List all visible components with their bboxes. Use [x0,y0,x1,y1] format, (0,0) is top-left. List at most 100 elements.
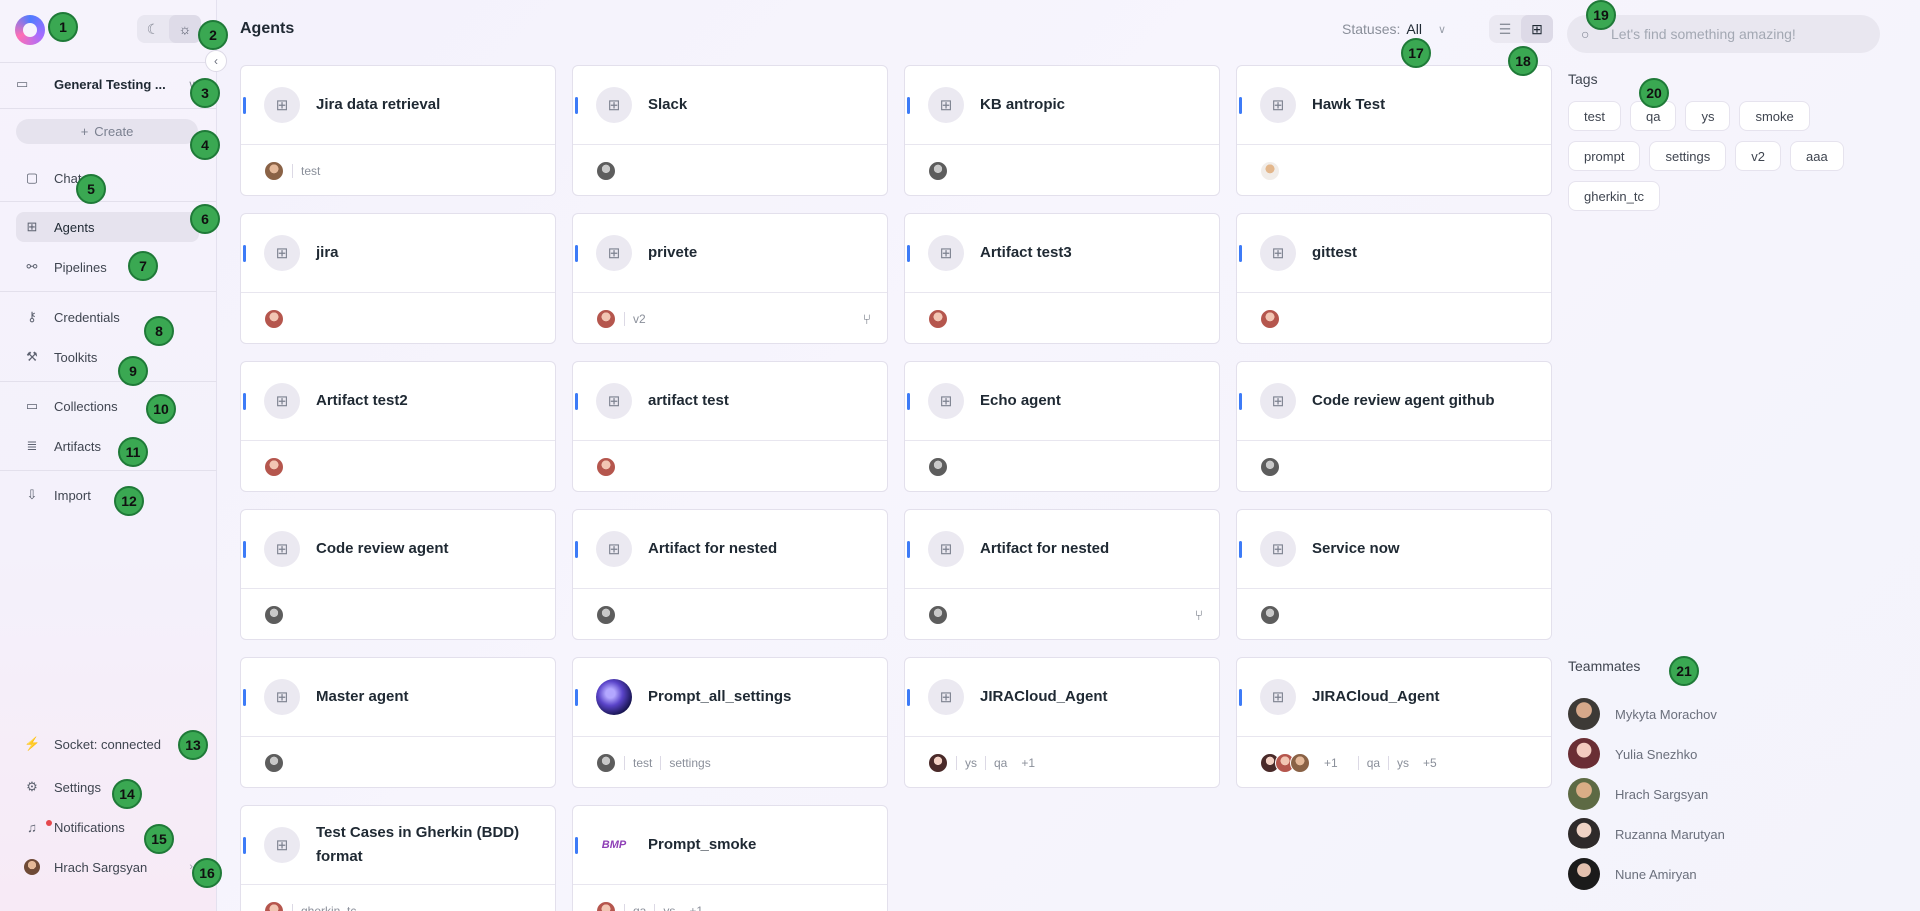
sidebar-item-settings[interactable]: ⚙ Settings [16,772,199,802]
annotation-marker: 11 [118,437,148,467]
annotation-marker: 16 [192,858,222,888]
agent-card[interactable]: ⊞ Artifact for nested [572,509,888,640]
statuses-filter[interactable]: Statuses: All ∨ [1342,21,1446,37]
agent-card[interactable]: ⊞ Hawk Test [1236,65,1552,196]
annotation-marker: 8 [144,316,174,346]
grid-icon: ⊞ [596,531,632,567]
tag-filter[interactable]: prompt [1568,141,1641,171]
agent-card[interactable]: ⊞ Test Cases in Gherkin (BDD) format gherk… [240,805,556,911]
tag-label: ys [956,755,985,770]
agent-card[interactable]: ⊞ gittest [1236,213,1552,344]
agent-tags: qa ys +1 [624,903,711,911]
agent-name: Test Cases in Gherkin (BDD) format [316,824,520,865]
avatar [264,456,284,477]
teammate-item[interactable]: Nune Amiryan [1568,854,1725,894]
agent-name: Prompt_all_settings [648,688,792,705]
agent-name: Code review agent [316,540,449,557]
teammate-item[interactable]: Yulia Snezhko [1568,734,1725,774]
agent-card[interactable]: BMP Prompt_smoke qa ys +1 [572,805,888,911]
agent-card[interactable]: ⊞ Artifact test2 [240,361,556,492]
agent-card-header: ⊞ Jira data retrieval [241,66,555,145]
moon-icon[interactable]: ☾ [137,15,169,43]
list-view-icon[interactable]: ☰ [1489,15,1521,43]
tag-filter[interactable]: aaa [1790,141,1844,171]
tag-filter[interactable]: gherkin_tc [1568,181,1660,211]
agent-card[interactable]: ⊞ Code review agent [240,509,556,640]
agent-card-footer: gherkin_tc [241,885,555,911]
agent-card[interactable]: ⊞ Echo agent [904,361,1220,492]
agent-card[interactable]: ⊞ Jira data retrieval test [240,65,556,196]
agent-name: Artifact test2 [316,392,408,409]
status-indicator [1239,97,1242,114]
agent-card[interactable]: ⊞ JIRACloud_Agent +1 qa ys +5 [1236,657,1552,788]
sidebar-item-import[interactable]: ⇩ Import [16,480,199,510]
grid-icon: ⊞ [1260,87,1296,123]
tags-list: test qa ys smoke prompt settings v2 aaa gherkin_… [1568,101,1880,211]
sidebar-item-toolkits[interactable]: ⚒ Toolkits [16,342,199,372]
create-button[interactable]: + Create [16,119,198,144]
agent-card-footer [905,441,1219,492]
teammate-name: Ruzanna Marutyan [1615,826,1725,842]
avatar [1568,738,1600,770]
agent-name: Echo agent [980,392,1061,409]
grid-view-icon[interactable]: ⊞ [1521,15,1553,43]
sidebar-item-chat[interactable]: ▢ Chat [16,163,199,193]
tag-label: ys [1388,755,1417,770]
teammate-item[interactable]: Ruzanna Marutyan [1568,814,1725,854]
agent-card-header: BMP Prompt_smoke [573,806,887,885]
status-indicator [243,541,246,558]
agent-card[interactable]: ⊞ Master agent [240,657,556,788]
grid-icon: ⊞ [596,87,632,123]
agent-card[interactable]: ⊞ Artifact test3 [904,213,1220,344]
agent-card[interactable]: ⊞ artifact test [572,361,888,492]
tag-count: +5 [1423,755,1437,770]
sidebar-item-artifacts[interactable]: ≣ Artifacts [16,431,199,461]
grid-icon: ⊞ [264,679,300,715]
annotation-marker: 18 [1508,46,1538,76]
sun-icon[interactable]: ☼ [169,15,201,43]
sidebar-item-agents[interactable]: ⊞ Agents [16,212,199,242]
agent-card[interactable]: ⊞ Slack [572,65,888,196]
status-indicator [243,393,246,410]
sidebar-item-pipelines[interactable]: ⚯ Pipelines [16,252,199,282]
agent-name: gittest [1312,244,1357,261]
agent-card[interactable]: ⊞ KB antropic [904,65,1220,196]
teammate-name: Nune Amiryan [1615,866,1697,882]
tag-label: v2 [624,311,654,326]
sidebar: ☾ ☼ ▭ General Testing ... ∨ + Create ▢ C… [0,0,217,911]
agent-card-footer: test [241,145,555,196]
tag-filter[interactable]: v2 [1735,141,1782,171]
app-logo[interactable] [15,15,45,45]
grid-icon: ⊞ [928,87,964,123]
teammate-item[interactable]: Mykyta Morachov [1568,694,1725,734]
user-menu[interactable]: Hrach Sargsyan › [16,852,199,882]
agent-name: privete [648,244,698,261]
agent-card[interactable]: ⊞ JIRACloud_Agent ys qa +1 [904,657,1220,788]
avatar [596,456,616,477]
tag-filter[interactable]: smoke [1739,101,1810,131]
search-input[interactable] [1611,26,1880,42]
agent-card[interactable]: Prompt_all_settings test settings [572,657,888,788]
agent-card[interactable]: ⊞ privete v2 ⑂ [572,213,888,344]
status-indicator [575,837,578,854]
agent-card[interactable]: ⊞ Service now [1236,509,1552,640]
tag-filter[interactable]: settings [1649,141,1727,171]
teammate-item[interactable]: Hrach Sargsyan [1568,774,1725,814]
tag-filter[interactable]: ys [1685,101,1731,131]
tag-label: test [624,755,660,770]
project-selector[interactable]: ▭ General Testing ... ∨ [16,70,196,98]
grid-icon: ⊞ [1260,679,1296,715]
agent-logo: BMP [601,839,627,851]
tag-filter[interactable]: test [1568,101,1621,131]
agent-card[interactable]: ⊞ jira [240,213,556,344]
agent-name: Master agent [316,688,409,705]
annotation-marker: 20 [1639,78,1669,108]
agent-name: jira [316,244,339,261]
sidebar-item-label: Toolkits [54,349,98,365]
collapse-sidebar-button[interactable]: ‹ [205,50,227,72]
agent-card-footer: v2 ⑂ [573,293,887,344]
agent-card-header: ⊞ Code review agent github [1237,362,1551,441]
agent-card[interactable]: ⊞ Artifact for nested ⑂ [904,509,1220,640]
agent-card[interactable]: ⊞ Code review agent github [1236,361,1552,492]
sidebar-item-label: Settings [54,779,101,795]
